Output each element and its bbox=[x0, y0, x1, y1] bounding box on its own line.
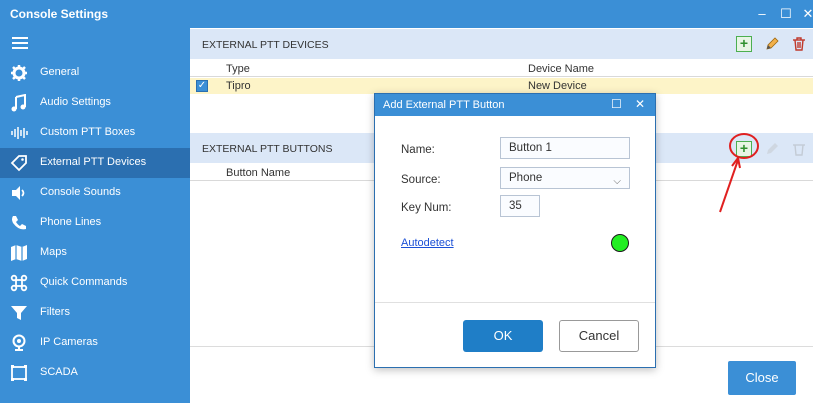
sidebar-item-maps[interactable]: Maps bbox=[0, 238, 190, 268]
table-row[interactable]: ✓ Tipro New Device bbox=[190, 78, 813, 94]
keynum-input[interactable]: 35 bbox=[500, 195, 540, 217]
add-ptt-button-dialog: Add External PTT Button ☐ ✕ Name: Button… bbox=[374, 93, 656, 368]
column-header-type: Type bbox=[226, 63, 250, 75]
source-label: Source: bbox=[401, 174, 441, 186]
keynum-label: Key Num: bbox=[401, 202, 452, 214]
sidebar-item-quick-commands[interactable]: Quick Commands bbox=[0, 268, 190, 298]
source-value: Phone bbox=[509, 172, 543, 184]
add-device-icon[interactable]: + bbox=[736, 36, 752, 52]
chevron-down-icon: ⌵ bbox=[613, 176, 621, 187]
close-button[interactable]: Close bbox=[728, 361, 796, 395]
sidebar-item-external-ptt-devices[interactable]: External PTT Devices bbox=[0, 148, 190, 178]
row-device-name: New Device bbox=[528, 80, 587, 92]
sidebar-item-label: Audio Settings bbox=[40, 96, 111, 108]
camera-icon bbox=[10, 334, 28, 352]
autodetect-link[interactable]: Autodetect bbox=[401, 237, 454, 249]
row-type: Tipro bbox=[226, 80, 251, 92]
sidebar: General Audio Settings Custom PTT Boxes … bbox=[0, 28, 190, 403]
dialog-maximize-icon[interactable]: ☐ bbox=[611, 97, 622, 111]
column-header-device-name: Device Name bbox=[528, 63, 595, 75]
scada-icon bbox=[10, 364, 28, 382]
status-indicator bbox=[611, 234, 629, 252]
dialog-title-bar: Add External PTT Button ☐ ✕ bbox=[375, 94, 655, 116]
hamburger-menu-icon[interactable] bbox=[12, 37, 28, 49]
dialog-divider bbox=[375, 302, 655, 303]
filter-icon bbox=[10, 304, 28, 322]
sidebar-item-label: Console Sounds bbox=[40, 186, 121, 198]
ok-button[interactable]: OK bbox=[463, 320, 543, 352]
sidebar-item-console-sounds[interactable]: Console Sounds bbox=[0, 178, 190, 208]
name-input[interactable]: Button 1 bbox=[500, 137, 630, 159]
speaker-icon bbox=[10, 184, 28, 202]
sidebar-item-label: General bbox=[40, 66, 80, 78]
source-select[interactable]: Phone ⌵ bbox=[500, 167, 630, 189]
phone-icon bbox=[10, 214, 28, 232]
buttons-section-title: EXTERNAL PTT BUTTONS bbox=[202, 143, 333, 155]
window-title: Console Settings bbox=[10, 7, 109, 21]
equalizer-icon bbox=[10, 124, 28, 142]
row-checkbox[interactable]: ✓ bbox=[196, 80, 208, 92]
title-bar: Console Settings – ☐ ✕ bbox=[0, 0, 813, 28]
minimize-button[interactable]: – bbox=[752, 4, 772, 24]
close-window-button[interactable]: ✕ bbox=[798, 4, 813, 24]
sidebar-item-custom-ptt-boxes[interactable]: Custom PTT Boxes bbox=[0, 118, 190, 148]
devices-table-header: Type Device Name bbox=[190, 61, 813, 77]
tag-icon bbox=[10, 154, 28, 172]
sidebar-item-phone-lines[interactable]: Phone Lines bbox=[0, 208, 190, 238]
edit-device-icon[interactable] bbox=[764, 36, 780, 52]
delete-button-icon[interactable] bbox=[791, 141, 807, 157]
sidebar-item-label: SCADA bbox=[40, 366, 78, 378]
map-icon bbox=[10, 244, 28, 262]
sidebar-item-label: Custom PTT Boxes bbox=[40, 126, 136, 138]
dialog-close-icon[interactable]: ✕ bbox=[635, 97, 645, 111]
sidebar-item-label: Maps bbox=[40, 246, 67, 258]
sidebar-item-general[interactable]: General bbox=[0, 58, 190, 88]
sidebar-item-label: Phone Lines bbox=[40, 216, 102, 228]
column-header-button-name: Button Name bbox=[226, 167, 291, 179]
sidebar-item-filters[interactable]: Filters bbox=[0, 298, 190, 328]
command-icon bbox=[10, 274, 28, 292]
maximize-button[interactable]: ☐ bbox=[776, 4, 796, 24]
devices-section-title: EXTERNAL PTT DEVICES bbox=[202, 39, 329, 51]
sidebar-item-audio-settings[interactable]: Audio Settings bbox=[0, 88, 190, 118]
sidebar-item-label: Quick Commands bbox=[40, 276, 128, 288]
sidebar-item-label: IP Cameras bbox=[40, 336, 98, 348]
devices-section-header: EXTERNAL PTT DEVICES + bbox=[190, 29, 813, 59]
sidebar-item-scada[interactable]: SCADA bbox=[0, 358, 190, 388]
sidebar-item-label: External PTT Devices bbox=[40, 156, 147, 168]
gear-icon bbox=[10, 64, 28, 82]
delete-device-icon[interactable] bbox=[791, 36, 807, 52]
add-button-icon[interactable]: + bbox=[736, 141, 752, 157]
music-note-icon bbox=[10, 94, 28, 112]
sidebar-item-ip-cameras[interactable]: IP Cameras bbox=[0, 328, 190, 358]
name-label: Name: bbox=[401, 144, 435, 156]
console-settings-window: Console Settings – ☐ ✕ General Audio Set… bbox=[0, 0, 813, 403]
edit-button-icon[interactable] bbox=[764, 141, 780, 157]
cancel-button[interactable]: Cancel bbox=[559, 320, 639, 352]
dialog-title: Add External PTT Button bbox=[383, 99, 505, 111]
sidebar-item-label: Filters bbox=[40, 306, 70, 318]
